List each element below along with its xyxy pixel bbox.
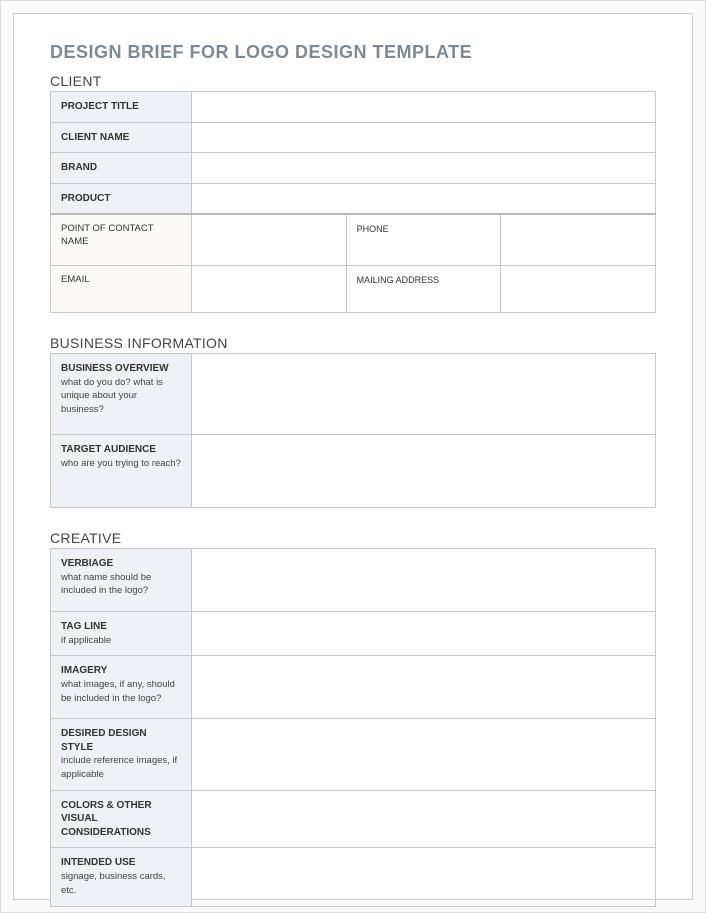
- field-tagline[interactable]: [192, 612, 656, 656]
- label-brand: BRAND: [51, 153, 192, 184]
- label-use: INTENDED USE signage, business cards, et…: [51, 848, 192, 906]
- label-tagline: TAG LINE if applicable: [51, 612, 192, 656]
- label-phone: PHONE: [346, 214, 501, 266]
- section-header-creative: CREATIVE: [50, 530, 656, 546]
- label-project-title: PROJECT TITLE: [51, 92, 192, 123]
- label-colors: COLORS & OTHER VISUAL CONSIDERATIONS: [51, 790, 192, 848]
- section-header-client: CLIENT: [50, 73, 656, 89]
- business-table: BUSINESS OVERVIEW what do you do? what i…: [50, 353, 656, 508]
- field-phone[interactable]: [501, 214, 656, 266]
- field-mailing[interactable]: [501, 266, 656, 313]
- field-client-name[interactable]: [192, 122, 656, 153]
- label-verbiage: VERBIAGE what name should be included in…: [51, 549, 192, 612]
- client-table: PROJECT TITLE CLIENT NAME BRAND PRODUCT: [50, 91, 656, 313]
- label-mailing: MAILING ADDRESS: [346, 266, 501, 313]
- field-colors[interactable]: [192, 790, 656, 848]
- field-email[interactable]: [192, 266, 347, 313]
- field-brand[interactable]: [192, 153, 656, 184]
- label-imagery: IMAGERY what images, if any, should be i…: [51, 656, 192, 719]
- field-verbiage[interactable]: [192, 549, 656, 612]
- label-product: PRODUCT: [51, 183, 192, 214]
- label-audience: TARGET AUDIENCE who are you trying to re…: [51, 435, 192, 508]
- section-header-business: BUSINESS INFORMATION: [50, 335, 656, 351]
- field-use[interactable]: [192, 848, 656, 906]
- field-style[interactable]: [192, 719, 656, 791]
- field-product[interactable]: [192, 183, 656, 214]
- field-overview[interactable]: [192, 354, 656, 435]
- label-style: DESIRED DESIGN STYLE include reference i…: [51, 719, 192, 791]
- creative-table: VERBIAGE what name should be included in…: [50, 548, 656, 907]
- document-frame: DESIGN BRIEF FOR LOGO DESIGN TEMPLATE CL…: [0, 0, 706, 913]
- field-audience[interactable]: [192, 435, 656, 508]
- label-overview: BUSINESS OVERVIEW what do you do? what i…: [51, 354, 192, 435]
- field-poc[interactable]: [192, 214, 347, 266]
- document-page: DESIGN BRIEF FOR LOGO DESIGN TEMPLATE CL…: [13, 13, 693, 900]
- label-client-name: CLIENT NAME: [51, 122, 192, 153]
- page-title: DESIGN BRIEF FOR LOGO DESIGN TEMPLATE: [50, 42, 656, 63]
- label-poc: POINT OF CONTACT NAME: [51, 214, 192, 266]
- label-email: EMAIL: [51, 266, 192, 313]
- field-imagery[interactable]: [192, 656, 656, 719]
- field-project-title[interactable]: [192, 92, 656, 123]
